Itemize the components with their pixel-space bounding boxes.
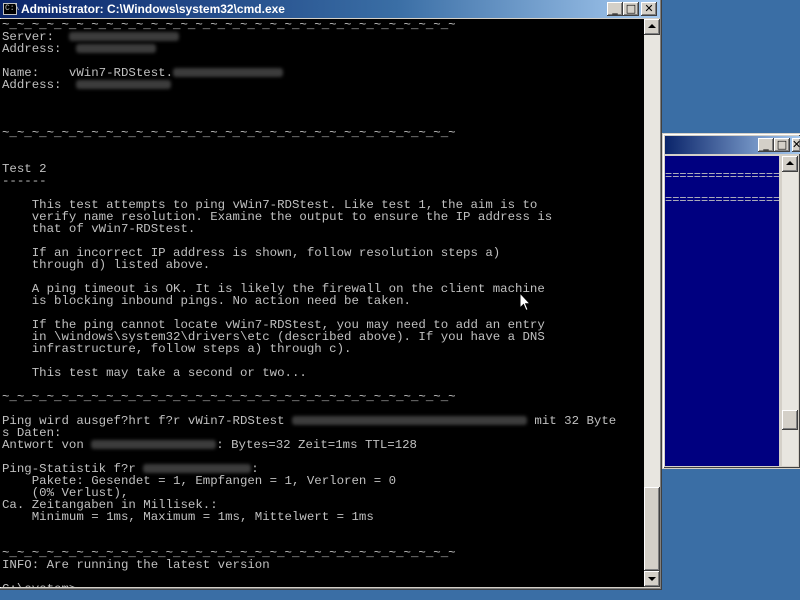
console-text: ~_~_~_~_~_~_~_~_~_~_~_~_~_~_~_~_~_~_~_~_… — [2, 390, 456, 404]
redacted-text — [91, 440, 217, 450]
console-text: ------ — [2, 174, 47, 188]
bg-close-button[interactable]: ✕ — [792, 138, 800, 152]
scroll-down-button[interactable] — [644, 571, 660, 587]
console-text: that of vWin7-RDStest. — [2, 222, 196, 236]
console-line: is blocking inbound pings. No action nee… — [2, 295, 411, 307]
console-text: mit 32 Byte — [527, 414, 617, 428]
bg-vertical-scrollbar[interactable] — [782, 156, 798, 466]
console-text: Address: — [2, 78, 77, 92]
redacted-text — [68, 32, 179, 42]
console-text: Minimum = 1ms, Maximum = 1ms, Mittelwert… — [2, 510, 374, 524]
console-line: Minimum = 1ms, Maximum = 1ms, Mittelwert… — [2, 511, 374, 523]
console-line: that of vWin7-RDStest. — [2, 222, 196, 236]
console-text: through d) listed above. — [2, 258, 211, 272]
arrow-up-icon — [648, 24, 656, 28]
scroll-thumb[interactable] — [644, 487, 660, 571]
console-text: : Bytes=32 Zeit=1ms TTL=128 — [216, 438, 417, 452]
bg-scroll-up-button[interactable] — [782, 156, 798, 172]
bg-scroll-thumb[interactable] — [782, 410, 798, 430]
console-line: C:\system> — [2, 583, 84, 587]
console-line: ------ — [2, 175, 47, 187]
console-line: ~_~_~_~_~_~_~_~_~_~_~_~_~_~_~_~_~_~_~_~_… — [2, 19, 456, 31]
arrow-down-icon — [648, 577, 656, 581]
console-line: This test may take a second or two... — [2, 367, 307, 379]
console-text: C:\system> — [2, 582, 76, 587]
console-line: Address: — [2, 42, 157, 56]
console-text: INFO: Are running the latest version — [2, 558, 270, 572]
cmd-icon: C:\ — [3, 3, 20, 15]
redacted-text — [143, 464, 252, 474]
console-text: Antwort von — [2, 438, 92, 452]
console-line: ~_~_~_~_~_~_~_~_~_~_~_~_~_~_~_~_~_~_~_~_… — [2, 391, 456, 403]
close-button[interactable]: ✕ — [641, 2, 657, 16]
bg-separator-line: ================ — [665, 194, 779, 206]
redacted-text — [76, 80, 172, 90]
minimize-button[interactable]: _ — [607, 2, 623, 16]
vertical-scrollbar[interactable] — [644, 19, 660, 587]
console-line: INFO: Are running the latest version — [2, 559, 270, 571]
maximize-button[interactable]: □ — [623, 2, 639, 16]
redacted-text — [292, 416, 527, 426]
cmd-window[interactable]: C:\ Administrator: C:\Windows\system32\c… — [0, 0, 662, 590]
console-text: This test may take a second or two... — [2, 366, 307, 380]
console-line: Antwort von : Bytes=32 Zeit=1ms TTL=128 — [2, 439, 417, 451]
console-text: Address: — [2, 42, 77, 56]
console-line: through d) listed above. — [2, 259, 210, 271]
bg-maximize-button[interactable]: □ — [774, 138, 790, 152]
scroll-up-button[interactable] — [644, 19, 660, 35]
console-line: infrastructure, follow steps a) through … — [2, 342, 352, 356]
redacted-text — [173, 68, 284, 78]
bg-minimize-button[interactable]: _ — [758, 138, 774, 152]
background-console-window[interactable]: _ □ ✕ ================ ================ — [662, 133, 800, 469]
redacted-text — [76, 44, 157, 54]
console-line: Address: — [2, 78, 172, 92]
mouse-pointer-icon — [519, 292, 531, 312]
console-text: is blocking inbound pings. No action nee… — [2, 294, 411, 308]
console-output[interactable]: ~_~_~_~_~_~_~_~_~_~_~_~_~_~_~_~_~_~_~_~_… — [0, 19, 644, 587]
console-line: Ping wird ausgef?hrt f?r vWin7-RDStest m… — [2, 415, 616, 427]
console-line: ~_~_~_~_~_~_~_~_~_~_~_~_~_~_~_~_~_~_~_~_… — [2, 127, 456, 139]
background-console-output: ================ ================ — [665, 156, 779, 466]
bg-separator-line: ================ — [665, 170, 779, 182]
window-title: Administrator: C:\Windows\system32\cmd.e… — [21, 2, 285, 16]
console-text: infrastructure, follow steps a) through … — [2, 342, 352, 356]
console-text: ~_~_~_~_~_~_~_~_~_~_~_~_~_~_~_~_~_~_~_~_… — [2, 126, 456, 140]
window-titlebar[interactable]: C:\ Administrator: C:\Windows\system32\c… — [0, 0, 660, 18]
